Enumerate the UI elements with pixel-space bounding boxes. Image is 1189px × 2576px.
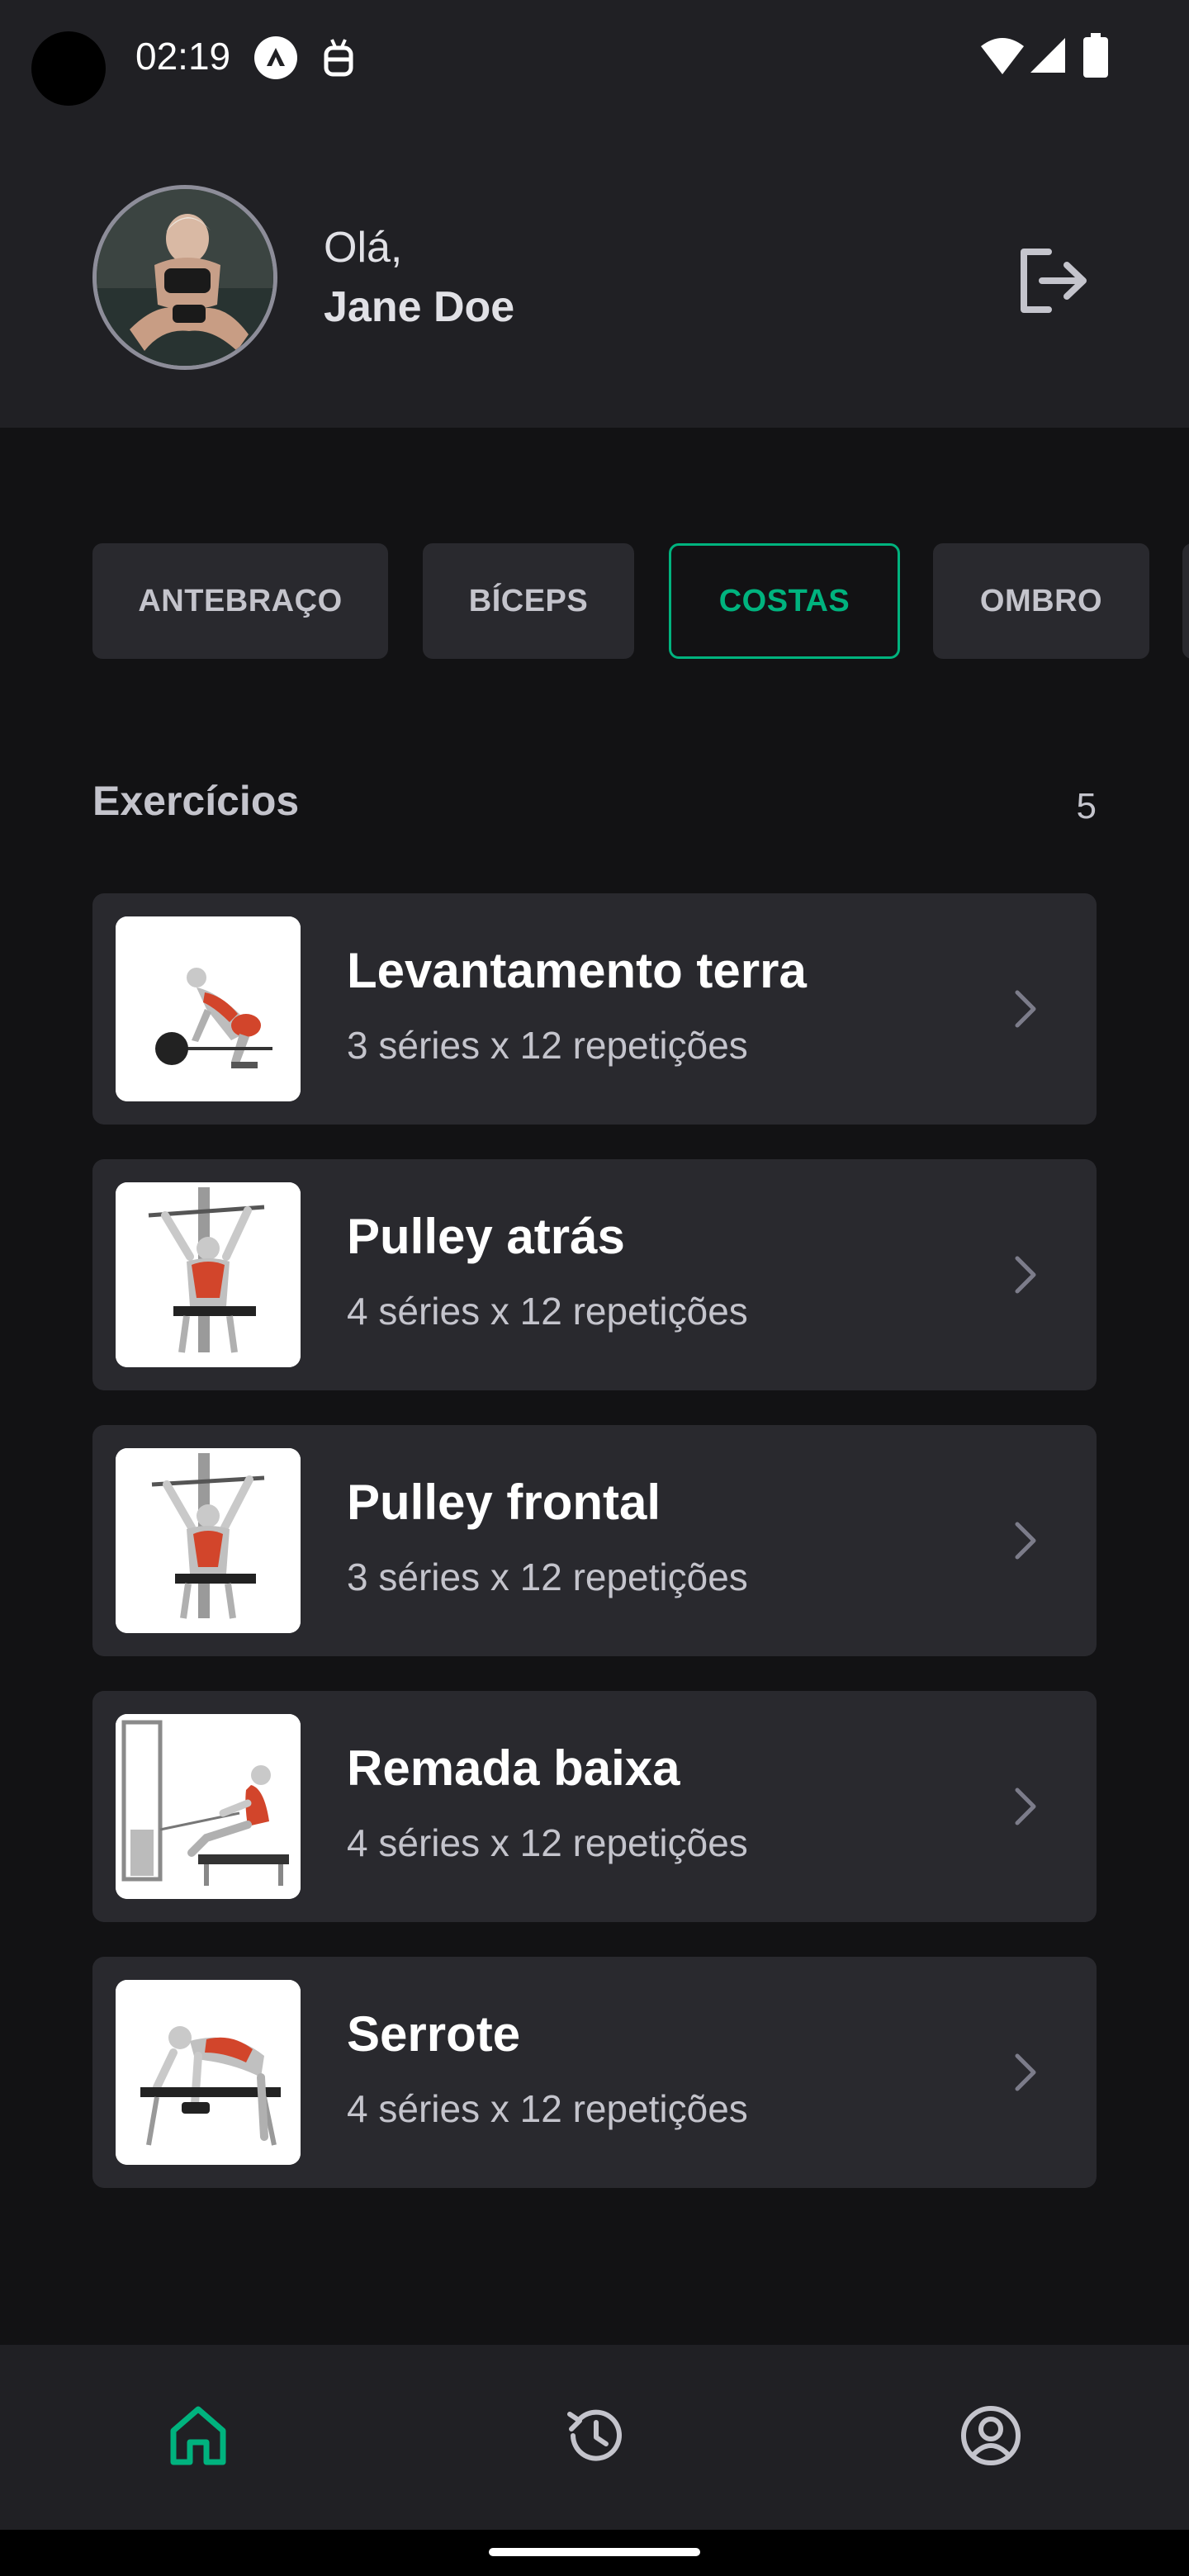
avatar-photo <box>97 189 273 366</box>
chevron-right-icon <box>1015 2053 1036 2091</box>
system-gesture-area <box>0 2530 1189 2576</box>
group-tab-next-partial[interactable] <box>1182 543 1189 659</box>
greeting-text: Olá, <box>324 224 403 272</box>
chevron-right-icon <box>1015 1522 1036 1560</box>
deadlift-illustration <box>116 916 301 1101</box>
group-tab-ombro[interactable]: OMBRO <box>933 543 1149 659</box>
exercise-sets-reps: 4 séries x 12 repetições <box>347 1290 748 1333</box>
status-bar: 02:19 <box>0 0 1189 116</box>
chevron-right-icon <box>1015 1788 1036 1825</box>
logout-icon <box>1021 249 1087 313</box>
muscle-group-list[interactable]: ANTEBRAÇO BÍCEPS COSTAS OMBRO <box>92 543 1189 659</box>
exercise-sets-reps: 3 séries x 12 repetições <box>347 1556 748 1598</box>
logout-button[interactable] <box>1007 239 1098 322</box>
exercise-card[interactable]: Pulley atrás 4 séries x 12 repetições <box>92 1159 1097 1390</box>
status-time: 02:19 <box>135 35 231 78</box>
exercise-thumbnail <box>116 1182 301 1367</box>
wifi-icon <box>981 38 1024 74</box>
chevron-right-icon <box>1015 1256 1036 1294</box>
exercises-count: 5 <box>1076 786 1097 826</box>
signal-icon <box>1030 38 1065 73</box>
camera-cutout <box>31 31 106 106</box>
exercise-card[interactable]: Remada baixa 4 séries x 12 repetições <box>92 1691 1097 1922</box>
tab-home[interactable] <box>149 2386 248 2485</box>
battery-icon <box>1083 33 1108 78</box>
exercise-name: Remada baixa <box>347 1740 680 1796</box>
history-icon <box>567 2409 622 2461</box>
bottom-tab-bar <box>0 2345 1189 2530</box>
home-gesture-bar[interactable] <box>489 2548 700 2556</box>
exercise-card[interactable]: Levantamento terra 3 séries x 12 repetiç… <box>92 893 1097 1125</box>
group-tab-biceps[interactable]: BÍCEPS <box>423 543 634 659</box>
lat-pulldown-back-illustration <box>116 1182 301 1367</box>
user-name: Jane Doe <box>324 283 515 331</box>
exercise-sets-reps: 3 séries x 12 repetições <box>347 1024 748 1067</box>
chevron-right-icon <box>1015 990 1036 1028</box>
exercise-card[interactable]: Serrote 4 séries x 12 repetições <box>92 1957 1097 2188</box>
home-header: Olá, Jane Doe <box>0 116 1189 428</box>
group-tab-antebraco[interactable]: ANTEBRAÇO <box>92 543 388 659</box>
exercise-card[interactable]: Pulley frontal 3 séries x 12 repetições <box>92 1425 1097 1656</box>
exercise-name: Pulley atrás <box>347 1209 625 1264</box>
group-tab-label: ANTEBRAÇO <box>138 583 343 618</box>
group-tab-costas[interactable]: COSTAS <box>669 543 900 659</box>
exercise-thumbnail <box>116 1980 301 2165</box>
exercises-title: Exercícios <box>92 778 300 824</box>
user-avatar[interactable] <box>92 185 277 370</box>
exercise-thumbnail <box>116 1448 301 1633</box>
home-icon <box>170 2406 226 2465</box>
exercise-sets-reps: 4 séries x 12 repetições <box>347 1821 748 1864</box>
lat-pulldown-front-illustration <box>116 1448 301 1633</box>
group-tab-label: OMBRO <box>979 583 1103 618</box>
tab-history[interactable] <box>545 2386 644 2485</box>
app-notification-icon <box>254 36 297 79</box>
group-tab-label: BÍCEPS <box>468 583 589 618</box>
exercise-name: Serrote <box>347 2006 521 2062</box>
dumbbell-row-illustration <box>116 1980 301 2165</box>
exercise-name: Pulley frontal <box>347 1475 661 1530</box>
group-tab-label: COSTAS <box>718 583 850 618</box>
exercise-name: Levantamento terra <box>347 943 807 998</box>
exercise-thumbnail <box>116 1714 301 1899</box>
exercise-sets-reps: 4 séries x 12 repetições <box>347 2087 748 2130</box>
tab-profile[interactable] <box>941 2386 1040 2485</box>
seated-row-illustration <box>116 1714 301 1899</box>
profile-icon <box>961 2406 1021 2465</box>
exercise-thumbnail <box>116 916 301 1101</box>
debug-notification-icon <box>324 39 353 77</box>
